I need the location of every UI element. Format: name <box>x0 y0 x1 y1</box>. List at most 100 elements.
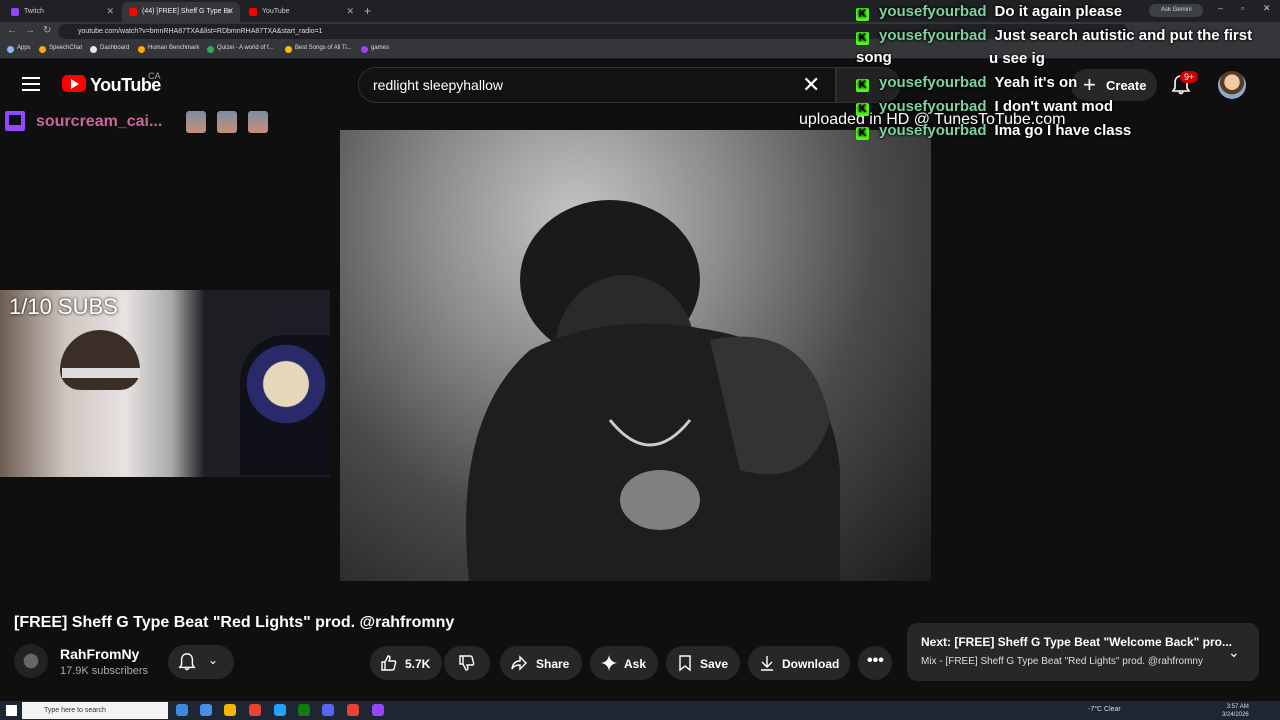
twitch-channel-name: sourcream_cai... <box>36 113 163 130</box>
chat-message: Kyousefyourbad I don't want mod <box>856 96 1113 118</box>
bookmark-icon <box>90 46 97 53</box>
bookmark-human-benchmark[interactable]: Human Benchmark <box>138 45 199 53</box>
close-window-icon[interactable]: ✕ <box>1263 3 1271 14</box>
webcam-headband <box>62 368 140 378</box>
edge-icon[interactable] <box>176 704 188 716</box>
reload-icon[interactable]: ↻ <box>43 25 51 36</box>
chat-message: Kyousefyourbad Just search autistic and p… <box>856 27 1253 66</box>
save-label: Save <box>700 657 729 671</box>
ask-gemini-button[interactable]: Ask Gemini <box>1149 4 1203 17</box>
download-icon <box>761 656 773 671</box>
youtube-logo-icon[interactable] <box>62 75 86 92</box>
app-icon[interactable] <box>274 704 286 716</box>
download-button[interactable]: Download <box>748 646 850 680</box>
clock-date: 3/24/2026 <box>1222 712 1249 718</box>
tab-label: (44) [FREE] Sheff G Type Be <box>142 8 233 15</box>
kick-logo-icon: K <box>856 79 869 92</box>
video-title: [FREE] Sheff G Type Beat "Red Lights" pr… <box>14 614 455 631</box>
minimize-icon[interactable]: – <box>1218 3 1223 13</box>
channel-avatar[interactable] <box>14 644 48 678</box>
webcam-second-person <box>240 335 330 475</box>
ellipsis-icon: ••• <box>867 652 884 669</box>
bell-icon <box>178 653 196 671</box>
plus-icon: + <box>1083 72 1096 97</box>
close-tab-icon[interactable]: ✕ <box>226 6 234 17</box>
chat-message: Kyousefyourbad Yeah it's on <box>856 72 1077 94</box>
bookmark-games[interactable]: games <box>361 45 389 53</box>
share-label: Share <box>536 657 570 671</box>
up-next-card[interactable] <box>907 623 1259 681</box>
like-button[interactable]: 5.7K <box>370 646 442 680</box>
xbox-icon[interactable] <box>298 704 310 716</box>
channel-name[interactable]: RahFromNy <box>60 646 139 662</box>
bookmark-icon <box>39 46 46 53</box>
video-frame-person <box>466 200 840 581</box>
chevron-down-icon: ⌄ <box>208 653 219 667</box>
country-code: CA <box>148 71 161 81</box>
tab-youtube-home[interactable]: YouTube ✕ <box>242 2 360 22</box>
clock[interactable]: 3:57 AM 3/24/2026 <box>1222 703 1249 719</box>
close-tab-icon[interactable]: ✕ <box>106 6 114 17</box>
chevron-down-icon[interactable]: ⌄ <box>1228 644 1240 661</box>
bookmark-icon <box>361 46 368 53</box>
bookmark-speechchat[interactable]: SpeechChat <box>39 45 82 53</box>
windows-start-icon[interactable] <box>6 705 17 716</box>
kick-logo-icon: K <box>856 8 869 21</box>
bookmark-icon <box>679 655 691 672</box>
youtube-favicon-icon <box>129 8 137 16</box>
emote-icon <box>186 111 206 133</box>
twitch-icon[interactable] <box>372 704 384 716</box>
share-icon <box>511 655 527 671</box>
maximize-icon[interactable]: ▫ <box>1241 3 1244 13</box>
bookmark-quizei[interactable]: Quizei - A world of f... <box>207 45 274 53</box>
search-input[interactable]: redlight sleepyhallow <box>358 67 836 103</box>
tab-twitch[interactable]: Twitch ✕ <box>4 2 120 22</box>
ask-label: Ask <box>624 657 647 671</box>
chat-message-continuation: u see ig <box>989 50 1045 67</box>
bookmark-icon <box>285 46 292 53</box>
weather-widget[interactable]: -7°C Clear <box>1088 706 1121 713</box>
like-count: 5.7K <box>405 657 431 671</box>
chat-message: Kyousefyourbad Do it again please <box>856 1 1122 23</box>
thumbs-up-icon <box>381 655 397 671</box>
webcam-person <box>60 330 140 390</box>
download-label: Download <box>782 657 840 671</box>
share-button[interactable]: Share <box>500 646 582 680</box>
ask-button[interactable]: Ask <box>590 646 658 680</box>
bookmark-best-songs[interactable]: Best Songs of All Ti... <box>285 45 352 53</box>
store-icon[interactable] <box>200 704 212 716</box>
subscribed-notifications-button[interactable]: ⌄ <box>168 645 234 679</box>
chrome-icon[interactable] <box>249 704 261 716</box>
sparkle-icon <box>601 655 617 671</box>
subscriber-count: 17.9K subscribers <box>60 665 149 677</box>
account-avatar[interactable] <box>1218 71 1246 99</box>
taskbar-search-input[interactable]: Type here to search <box>22 702 168 719</box>
close-tab-icon[interactable]: ✕ <box>346 6 354 17</box>
more-actions-button[interactable]: ••• <box>858 646 892 680</box>
tab-youtube-video[interactable]: (44) [FREE] Sheff G Type Be ✕ <box>122 2 240 22</box>
notification-count-badge: 9+ <box>1180 71 1199 83</box>
forward-icon[interactable]: → <box>25 25 35 36</box>
back-icon[interactable]: ← <box>7 25 17 36</box>
youtube-favicon-icon <box>249 8 257 16</box>
up-next-subtitle: Mix - [FREE] Sheff G Type Beat "Red Ligh… <box>921 656 1203 667</box>
sub-goal-label: 1/10 SUBS <box>9 294 118 319</box>
dislike-button[interactable] <box>444 646 490 680</box>
twitch-favicon-icon <box>11 8 19 16</box>
chat-message: Kyousefyourbad Ima go I have class <box>856 120 1131 142</box>
emote-icon <box>248 111 268 133</box>
video-player[interactable] <box>340 130 931 581</box>
bookmark-apps[interactable]: Apps <box>7 45 31 53</box>
discord-icon[interactable] <box>322 704 334 716</box>
hamburger-menu-icon[interactable] <box>22 77 40 91</box>
app-icon[interactable] <box>224 704 236 716</box>
new-tab-button[interactable]: + <box>364 4 371 18</box>
chrome-icon[interactable] <box>347 704 359 716</box>
up-next-title[interactable]: Next: [FREE] Sheff G Type Beat "Welcome … <box>921 635 1232 649</box>
save-button[interactable]: Save <box>666 646 740 680</box>
bookmark-dashboard[interactable]: Dashboard <box>90 45 129 53</box>
kick-logo-icon: K <box>856 127 869 140</box>
bookmark-icon <box>207 46 214 53</box>
clear-search-icon[interactable]: ✕ <box>802 72 820 98</box>
tab-label: YouTube <box>262 8 290 15</box>
